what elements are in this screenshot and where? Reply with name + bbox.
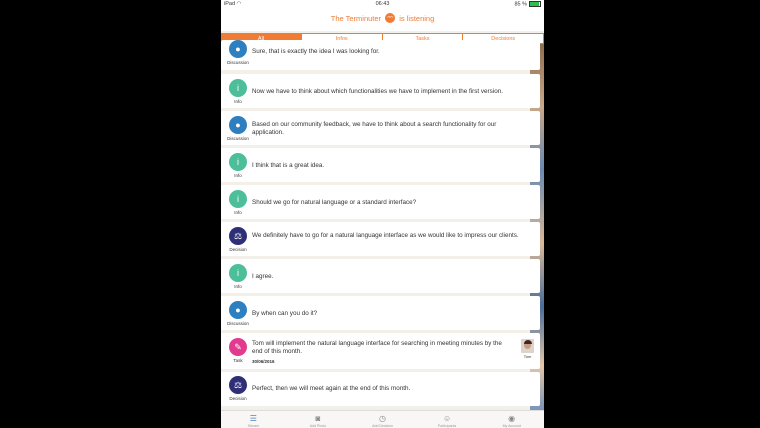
ipad-screen: iPad ◠ 06:43 85 % The Terminuter ᴖᴖ is l… <box>221 0 544 428</box>
item-type: Discussion <box>227 321 249 326</box>
speech-bubble-icon: ● <box>229 301 247 319</box>
item-type: Decision <box>229 247 247 252</box>
page-title: The Terminuter ᴖᴖ is listening <box>221 13 544 24</box>
item-type: Info <box>234 284 242 289</box>
item-text: By when can you do it? <box>252 310 318 317</box>
info-icon: i <box>229 79 247 97</box>
status-bar: iPad ◠ 06:43 85 % <box>221 0 544 9</box>
list-item[interactable]: i Info I agree. <box>221 259 540 293</box>
list-item[interactable]: i Info I think that is a great idea. <box>221 148 540 182</box>
item-type: Info <box>234 99 242 104</box>
title-prefix: The Terminuter <box>330 14 382 23</box>
tab-participants[interactable]: ☺ Participants <box>415 411 480 428</box>
item-type: Info <box>234 173 242 178</box>
item-type: Decision <box>229 396 247 401</box>
tab-stream[interactable]: ☰ Stream <box>221 411 286 428</box>
info-icon: i <box>229 190 247 208</box>
battery-icon <box>529 1 541 7</box>
speech-bubble-icon: ● <box>229 40 247 58</box>
list-item[interactable]: ● Discussion Sure, that is exactly the i… <box>221 40 540 70</box>
avatar[interactable] <box>521 339 534 353</box>
list-item[interactable]: ● Discussion By when can you do it? <box>221 296 540 330</box>
bottom-tab-bar: ☰ Stream ◙ Add Photo ◷ Add Decision ☺ Partic… <box>221 410 544 428</box>
scales-icon: ⚖ <box>229 376 247 394</box>
list-item[interactable]: ⚖ Decision We definitely have to go for … <box>221 222 540 256</box>
camera-icon: ◙ <box>315 414 321 423</box>
item-text: Sure, that is exactly the idea I was loo… <box>252 48 380 55</box>
owl-logo-icon: ᴖᴖ <box>385 13 396 24</box>
list-item[interactable]: i Info Should we go for natural language… <box>221 185 540 219</box>
assignee-name: Tom <box>523 354 532 359</box>
list-item[interactable]: ⚖ Decision Perfect, then we will meet ag… <box>221 372 540 406</box>
item-type: Task <box>233 358 243 363</box>
item-text: Based on our community feedback, we have… <box>252 121 497 136</box>
list-item[interactable]: i Info Now we have to think about which … <box>221 74 540 108</box>
item-text: Now we have to think about which functio… <box>252 88 503 95</box>
tab-add-photo[interactable]: ◙ Add Photo <box>286 411 351 428</box>
speech-bubble-icon: ● <box>229 116 247 134</box>
list-item[interactable]: ● Discussion Based on our community feed… <box>221 111 540 145</box>
item-type: Info <box>234 210 242 215</box>
list-icon: ☰ <box>249 414 257 423</box>
item-text: Tom will implement the natural language … <box>252 340 502 355</box>
account-icon: ◉ <box>508 414 516 423</box>
battery-percent: 85 % <box>514 1 527 8</box>
item-type: Discussion <box>227 60 249 65</box>
item-text: We definitely have to go for a natural l… <box>252 232 519 239</box>
info-icon: i <box>229 264 247 282</box>
item-text: I think that is a great idea. <box>252 162 325 169</box>
info-icon: i <box>229 153 247 171</box>
item-text: Should we go for natural language or a s… <box>252 199 417 206</box>
clock: 06:43 <box>375 1 390 7</box>
tools-icon: ✎ <box>229 338 247 356</box>
tab-add-decision[interactable]: ◷ Add Decision <box>350 411 415 428</box>
title-suffix: is listening <box>399 14 435 23</box>
list-item[interactable]: ✎ Task Tom will implement the natural la… <box>221 333 540 369</box>
item-type: Discussion <box>227 136 249 141</box>
app-header: The Terminuter ᴖᴖ is listening <box>221 9 544 31</box>
person-icon: ☺ <box>442 414 452 423</box>
item-text: Perfect, then we will meet again at the … <box>252 385 411 392</box>
scales-icon: ⚖ <box>229 227 247 245</box>
task-due-date: 30/06/2016 <box>252 359 275 364</box>
status-right: 85 % <box>514 1 541 7</box>
tab-my-account[interactable]: ◉ My Account <box>479 411 544 428</box>
item-text: I agree. <box>252 273 274 280</box>
clock-icon: ◷ <box>378 414 386 423</box>
